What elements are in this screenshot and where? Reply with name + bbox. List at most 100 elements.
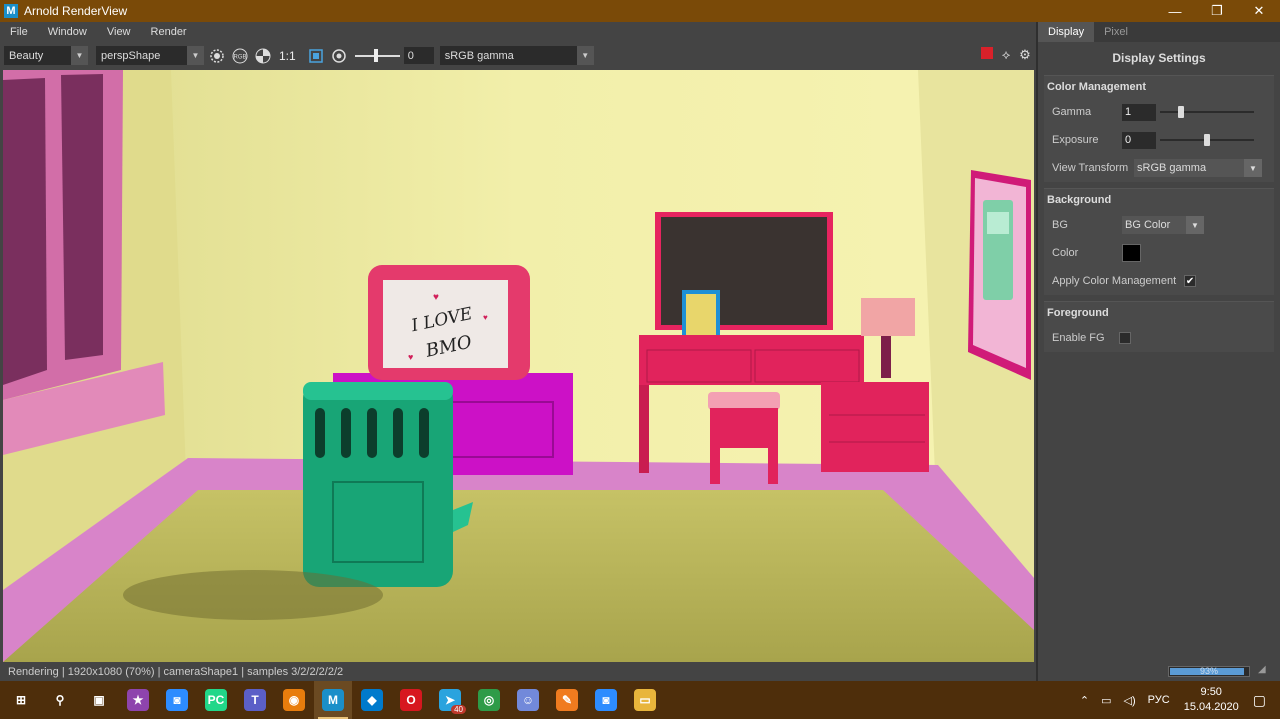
checker-icon[interactable] [253, 46, 273, 66]
section-title: Foreground [1047, 307, 1109, 319]
camera-dropdown[interactable]: perspShape ▼ [96, 46, 204, 65]
ratio-one-to-one[interactable]: 1:1 [279, 49, 296, 63]
render-sun-icon[interactable] [207, 46, 227, 66]
zoom-meeting-icon: ◙ [166, 689, 188, 711]
section-foreground: Foreground Enable FG [1044, 301, 1274, 352]
exposure-row: Exposure 0 [1044, 126, 1274, 154]
taskbar-blender-button[interactable]: ◉ [275, 681, 313, 719]
render-viewport[interactable]: I LOVE BMO ♥ ♥ ♥ [3, 70, 1034, 662]
gamma-input[interactable]: 1 [1122, 103, 1156, 121]
language-indicator[interactable]: РУС [1148, 694, 1170, 706]
stop-render-button[interactable] [981, 47, 993, 59]
menu-file[interactable]: File [0, 26, 38, 38]
taskbar-zoom-button[interactable]: ◙ [587, 681, 625, 719]
display-settings-panel: Display Pixel Display Settings Color Man… [1036, 22, 1280, 681]
blender-icon: ◉ [283, 689, 305, 711]
taskbar-search-button[interactable]: ⚲ [41, 681, 79, 719]
clock[interactable]: 9:50 15.04.2020 [1184, 685, 1239, 715]
taskbar-opera-button[interactable]: O [392, 681, 430, 719]
taskbar-telegram-button[interactable]: ➤ 40 [431, 681, 469, 719]
window-pane-right [61, 74, 103, 360]
chevron-down-icon: ▼ [71, 46, 88, 65]
exposure-slider-thumb[interactable] [373, 49, 378, 62]
gamma-label: Gamma [1052, 106, 1092, 118]
file-explorer-icon: ▭ [634, 689, 656, 711]
maya-app-icon: M [4, 4, 18, 18]
section-title: Color Management [1047, 81, 1147, 93]
taskbar-task-view-button[interactable]: ▣ [80, 681, 118, 719]
view-transform-select[interactable]: sRGB gamma ▼ [1134, 159, 1262, 177]
lamp-shade [861, 298, 915, 336]
heart-icon: ♥ [408, 352, 413, 362]
tray-chevron-icon[interactable]: ⌃ [1080, 694, 1089, 707]
maximize-button[interactable]: ❐ [1196, 0, 1238, 22]
exposure-panel-slider-thumb[interactable] [1204, 134, 1210, 146]
teams-icon: T [244, 689, 266, 711]
bmo-character [303, 382, 453, 587]
taskbar-app-orange-button[interactable]: ✎ [548, 681, 586, 719]
menu-window[interactable]: Window [38, 26, 97, 38]
gamma-slider[interactable] [1160, 106, 1254, 118]
exposure-panel-slider[interactable] [1160, 134, 1254, 146]
clock-date: 15.04.2020 [1183, 701, 1239, 713]
enable-fg-row: Enable FG [1044, 324, 1274, 352]
view-transform-dropdown[interactable]: sRGB gamma ▼ [439, 46, 594, 65]
exposure-slider[interactable] [354, 46, 400, 65]
close-button[interactable]: ✕ [1238, 0, 1280, 22]
chevron-down-icon: ▼ [576, 46, 594, 65]
volume-icon[interactable]: ◁) [1124, 694, 1136, 707]
bg-select[interactable]: BG Color ▼ [1122, 216, 1204, 234]
battery-icon[interactable]: ▭ [1101, 694, 1111, 707]
enable-fg-checkbox[interactable] [1118, 332, 1131, 344]
taskbar-apps: ⊞ ⚲ ▣ ★ ◙ PC T ◉ M ◆ O ➤ 40 ◎ ☺ ✎ ◙ ▭ [2, 681, 665, 719]
taskbar-app-star-button[interactable]: ★ [119, 681, 157, 719]
view-transform-row: View Transform sRGB gamma ▼ [1044, 154, 1274, 182]
color-label: Color [1052, 247, 1079, 259]
window-pane-left [3, 78, 47, 385]
minimize-button[interactable]: — [1154, 0, 1196, 22]
title-bar: M Arnold RenderView — ❐ ✕ [0, 0, 1280, 22]
gamma-slider-thumb[interactable] [1177, 106, 1184, 118]
stool [708, 392, 780, 410]
rgb-channel-icon[interactable]: RGB [230, 46, 250, 66]
interactive-render-icon[interactable]: ⟡ [997, 45, 1015, 65]
menu-view[interactable]: View [97, 26, 141, 38]
exposure-input[interactable]: 0 [403, 47, 434, 64]
frame-region-icon[interactable] [306, 46, 326, 66]
taskbar-maya-button[interactable]: M [314, 681, 352, 719]
menu-render[interactable]: Render [141, 26, 197, 38]
bg-color-swatch[interactable] [1122, 244, 1141, 262]
bg-row: BG BG Color ▼ [1044, 211, 1274, 239]
renderview-window: M Arnold RenderView — ❐ ✕ File Window Vi… [0, 0, 1280, 719]
taskbar-start-button[interactable]: ⊞ [2, 681, 40, 719]
taskbar-pycharm-button[interactable]: PC [197, 681, 235, 719]
heart-icon: ♥ [483, 313, 488, 322]
taskbar-zoom-meeting-button[interactable]: ◙ [158, 681, 196, 719]
taskbar-file-explorer-button[interactable]: ▭ [626, 681, 664, 719]
exposure-field[interactable]: 0 [1122, 131, 1156, 149]
window-title: Arnold RenderView [24, 4, 128, 18]
chevron-down-icon: ▼ [1186, 216, 1204, 234]
app-orange-icon: ✎ [556, 689, 578, 711]
notifications-icon[interactable]: ▢ [1253, 692, 1266, 709]
maya-icon: M [322, 689, 344, 711]
tab-pixel[interactable]: Pixel [1094, 22, 1138, 42]
taskbar-teams-button[interactable]: T [236, 681, 274, 719]
aov-dropdown[interactable]: Beauty ▼ [4, 46, 88, 65]
view-transform-label: View Transform [1052, 162, 1129, 174]
aperture-icon[interactable] [329, 46, 349, 66]
start-icon: ⊞ [10, 689, 32, 711]
gear-icon[interactable]: ⚙ [1016, 45, 1034, 65]
resize-grip-icon[interactable]: ◢ [1258, 664, 1272, 678]
taskbar-discord-button[interactable]: ☺ [509, 681, 547, 719]
apply-cm-checkbox[interactable]: ✔ [1184, 275, 1197, 287]
task-view-icon: ▣ [88, 689, 110, 711]
taskbar-vscode-button[interactable]: ◆ [353, 681, 391, 719]
bg-label: BG [1052, 219, 1068, 231]
opera-icon: O [400, 689, 422, 711]
taskbar-chrome-button[interactable]: ◎ [470, 681, 508, 719]
tab-display[interactable]: Display [1038, 22, 1095, 42]
enable-fg-label: Enable FG [1052, 332, 1105, 344]
system-tray: ⌃ ▭ ◁) РУС 9:50 15.04.2020 ▢ [1074, 681, 1280, 719]
view-transform-select-value: sRGB gamma [1137, 162, 1207, 174]
